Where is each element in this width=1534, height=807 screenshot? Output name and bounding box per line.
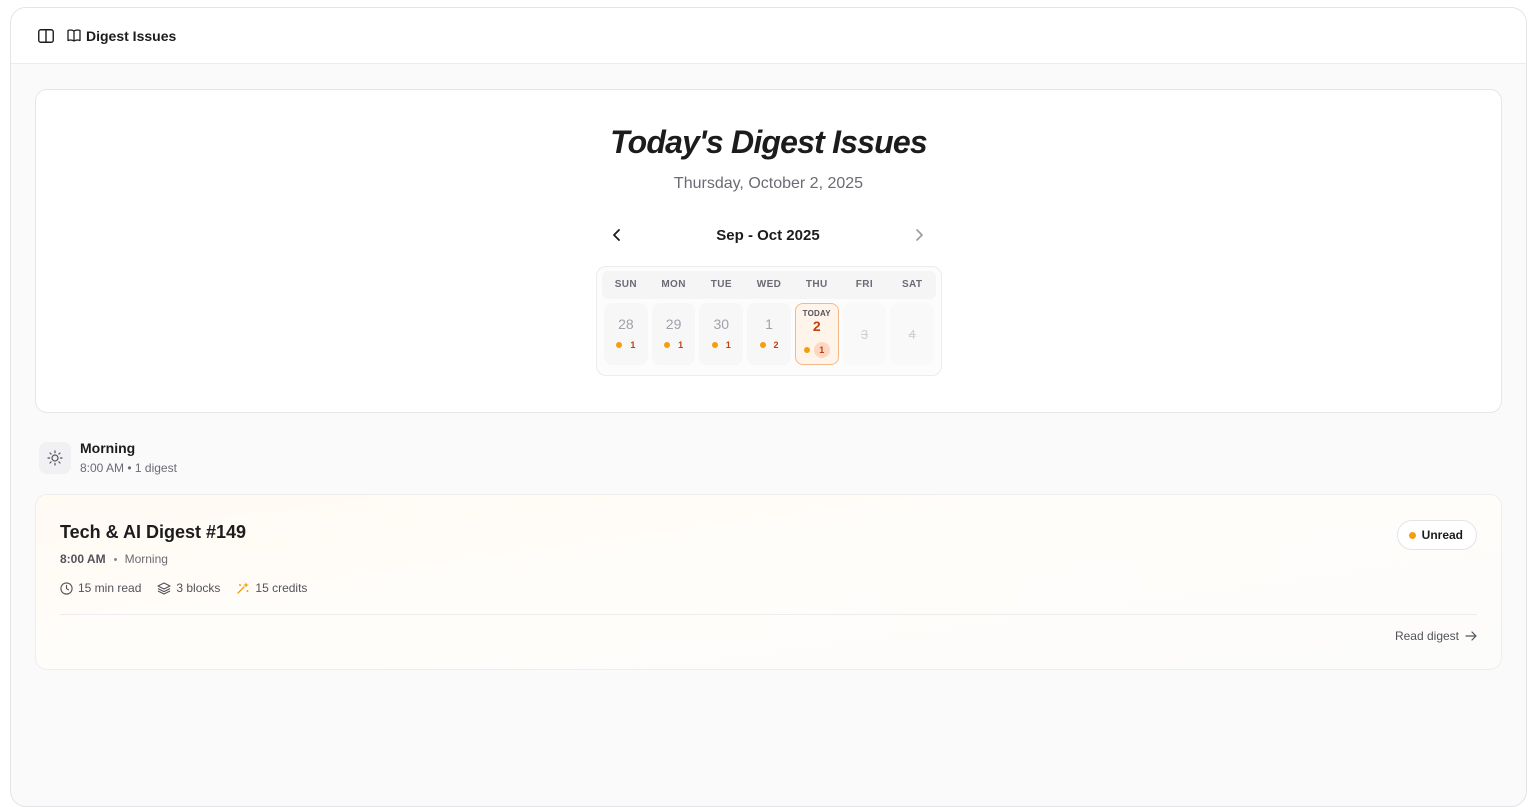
sidebar-icon	[38, 28, 54, 43]
week-calendar: SUN MON TUE WED THU FRI SAT 28 1 29 1 30	[596, 266, 942, 376]
current-date: Thursday, October 2, 2025	[673, 175, 864, 192]
app-frame: Digest Issues Today's Digest Issues Thur…	[10, 7, 1527, 807]
book-open-icon	[67, 29, 81, 42]
read-digest-link[interactable]: Read digest	[1395, 629, 1477, 643]
today-tag: TODAY	[802, 309, 831, 318]
separator-dot	[113, 557, 117, 561]
breadcrumb-label: Digest Issues	[86, 27, 177, 44]
day-number: 3	[860, 327, 869, 342]
day-number: 2	[812, 318, 821, 334]
digest-count: 1	[630, 340, 636, 350]
page-title: Today's Digest Issues	[610, 124, 928, 160]
weekday-label: SAT	[901, 279, 923, 290]
arrow-right-icon	[1465, 631, 1477, 641]
calendar-day-disabled: 3	[842, 303, 887, 365]
digest-dot-icon	[664, 342, 671, 348]
digest-count: 1	[678, 340, 684, 350]
digest-count-badge: 1	[813, 342, 830, 358]
digest-dot-icon	[803, 347, 810, 353]
calendar-day[interactable]: 28 1	[604, 303, 648, 365]
digest-period: Morning	[124, 552, 168, 566]
read-time: 15 min read	[78, 581, 142, 595]
digest-meta: 8:00 AM Morning	[60, 552, 168, 566]
digest-stats: 15 min read 3 blocks 15 credits	[60, 581, 307, 595]
calendar-day[interactable]: 29 1	[651, 303, 696, 365]
sun-icon	[47, 449, 63, 466]
weekday-label: WED	[756, 279, 782, 290]
block-count: 3 blocks	[176, 581, 221, 595]
digest-dot-icon	[711, 342, 718, 348]
calendar-day[interactable]: 1 2	[747, 303, 791, 365]
day-number: 28	[618, 316, 634, 332]
weekday-header: SUN MON TUE WED THU FRI SAT	[602, 271, 936, 299]
sidebar-toggle-button[interactable]	[37, 27, 55, 45]
unread-status-badge: Unread	[1396, 520, 1477, 550]
clock-icon	[60, 581, 73, 595]
breadcrumb[interactable]: Digest Issues	[67, 28, 176, 44]
time-section-header: Morning 8:00 AM • 1 digest	[39, 440, 177, 475]
read-digest-label: Read digest	[1394, 629, 1459, 643]
calendar-day-today[interactable]: TODAY 2 1	[794, 303, 839, 365]
credit-count: 15 credits	[255, 581, 308, 595]
day-number: 4	[908, 327, 916, 342]
section-title: Morning	[80, 440, 136, 456]
week-row: 28 1 29 1 30 1 1 2 TODAY 2 1 3 4	[602, 303, 936, 365]
day-number: 1	[765, 316, 773, 332]
digest-time: 8:00 AM	[60, 552, 106, 566]
hero-panel: Today's Digest Issues Thursday, October …	[35, 89, 1502, 413]
weekday-label: SUN	[614, 279, 638, 290]
weekday-label: THU	[805, 279, 828, 290]
weekday-label: FRI	[855, 279, 874, 290]
digest-count: 1	[725, 340, 731, 350]
digest-dot-icon	[759, 342, 766, 348]
next-week-button[interactable]	[908, 224, 930, 246]
top-bar: Digest Issues	[11, 8, 1526, 64]
chevron-right-icon	[916, 229, 923, 241]
digest-card[interactable]: Tech & AI Digest #149 8:00 AM Morning 15…	[35, 494, 1502, 670]
layers-icon	[157, 581, 171, 595]
digest-title: Tech & AI Digest #149	[60, 522, 247, 542]
sparkles-icon	[237, 582, 250, 594]
sun-icon-tile	[39, 441, 71, 474]
weekday-label: MON	[661, 279, 686, 290]
weekday-label: TUE	[710, 279, 732, 290]
read-time-stat: 15 min read	[60, 581, 141, 595]
day-number: 30	[713, 316, 730, 332]
month-label: Sep - Oct 2025	[716, 226, 820, 244]
chevron-left-icon	[613, 229, 620, 241]
unread-dot-icon	[1408, 531, 1416, 539]
card-divider	[60, 614, 1477, 615]
status-label: Unread	[1421, 528, 1463, 542]
digest-count: 2	[773, 340, 779, 350]
day-number: 29	[665, 316, 682, 332]
calendar-day[interactable]: 30 1	[699, 303, 744, 365]
digest-dot-icon	[616, 342, 623, 348]
credits-stat: 15 credits	[236, 581, 307, 595]
month-navigation: Sep - Oct 2025	[606, 224, 930, 246]
calendar-day-disabled: 4	[890, 303, 935, 365]
previous-week-button[interactable]	[606, 224, 628, 246]
section-subtitle: 8:00 AM • 1 digest	[80, 461, 177, 475]
blocks-stat: 3 blocks	[157, 581, 220, 595]
